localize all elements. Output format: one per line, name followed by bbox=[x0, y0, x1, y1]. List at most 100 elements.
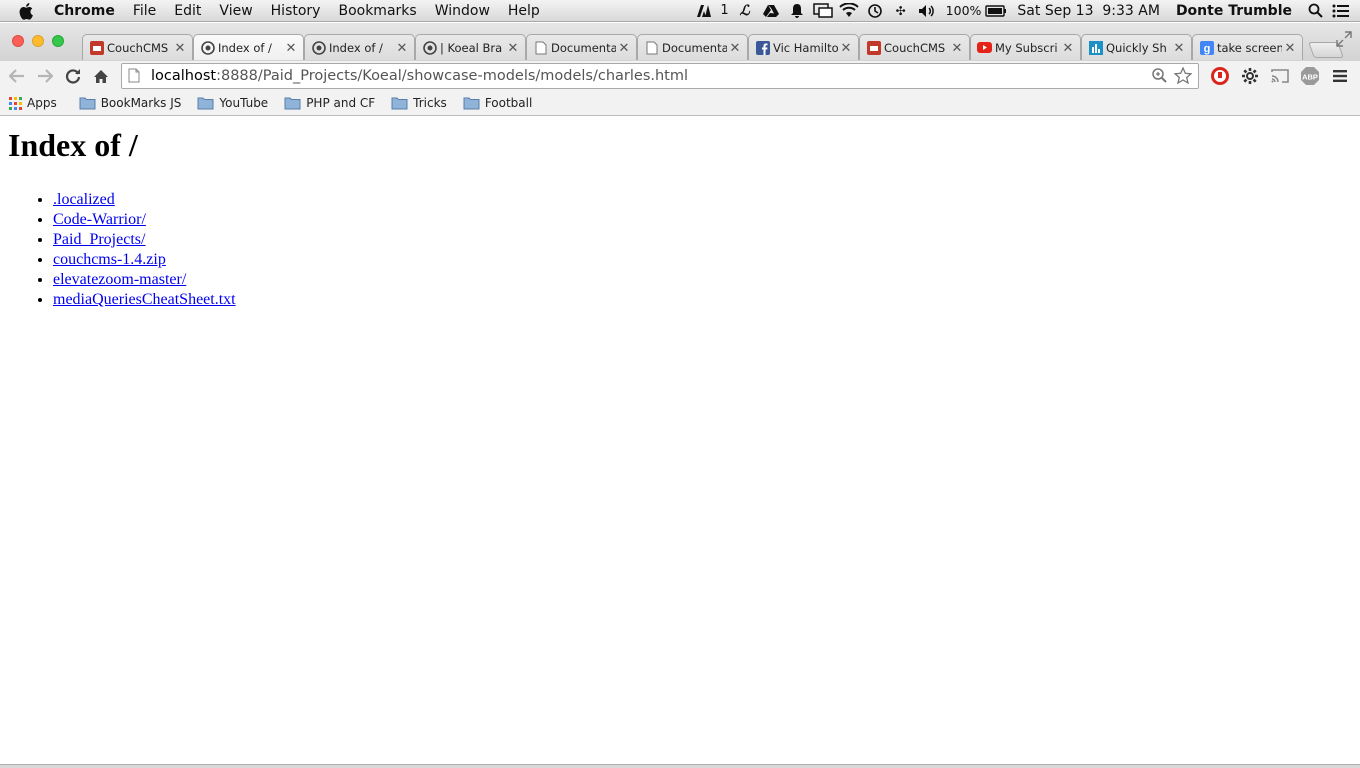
forward-arrow-icon[interactable] bbox=[31, 63, 59, 89]
couchcms-icon bbox=[89, 40, 104, 55]
screen-mirroring-icon[interactable] bbox=[810, 0, 836, 22]
tab-title: take screen bbox=[1217, 40, 1282, 55]
directory-link[interactable]: mediaQueriesCheatSheet.txt bbox=[53, 291, 236, 308]
browser-tab[interactable]: Documenta ✕ bbox=[637, 34, 748, 60]
tab-title: Quickly Sh bbox=[1106, 40, 1167, 55]
bookmark-apps[interactable]: Apps bbox=[0, 92, 65, 114]
page-icon bbox=[128, 68, 142, 84]
gear-icon[interactable] bbox=[1235, 63, 1265, 89]
svg-text:ABP: ABP bbox=[1302, 73, 1318, 82]
menu-window[interactable]: Window bbox=[426, 0, 499, 22]
window-close-button[interactable] bbox=[12, 35, 24, 47]
browser-tab[interactable]: My Subscri ✕ bbox=[970, 34, 1081, 60]
tab-close-icon[interactable]: ✕ bbox=[616, 40, 632, 56]
url-text[interactable]: localhost:8888/Paid_Projects/Koeal/showc… bbox=[151, 68, 688, 84]
google-drive-icon[interactable] bbox=[758, 0, 784, 22]
directory-link[interactable]: elevatezoom-master/ bbox=[53, 271, 186, 288]
folder-icon bbox=[284, 96, 301, 110]
cast-icon[interactable] bbox=[1265, 63, 1295, 89]
window-minimize-button[interactable] bbox=[32, 35, 44, 47]
apps-grid-icon bbox=[9, 96, 22, 110]
fullscreen-icon[interactable] bbox=[1336, 31, 1352, 47]
menu-bookmarks[interactable]: Bookmarks bbox=[329, 0, 425, 22]
tab-close-icon[interactable]: ✕ bbox=[1171, 40, 1187, 56]
home-icon[interactable] bbox=[87, 63, 115, 89]
directory-link[interactable]: couchcms-1.4.zip bbox=[53, 251, 166, 268]
svg-text:g: g bbox=[1203, 43, 1210, 55]
tab-close-icon[interactable]: ✕ bbox=[1282, 40, 1298, 56]
tab-close-icon[interactable]: ✕ bbox=[394, 40, 410, 56]
bookmark-star-icon[interactable] bbox=[1173, 66, 1193, 89]
browser-tab[interactable]: CouchCMS ✕ bbox=[859, 34, 970, 60]
url-host: localhost bbox=[151, 68, 217, 84]
page-icon bbox=[533, 40, 548, 55]
address-bar[interactable]: localhost:8888/Paid_Projects/Koeal/showc… bbox=[121, 63, 1199, 89]
adblock-stop-icon[interactable] bbox=[1205, 63, 1235, 89]
tab-title: CouchCMS bbox=[107, 40, 169, 55]
folder-icon bbox=[197, 96, 214, 110]
tab-close-icon[interactable]: ✕ bbox=[838, 40, 854, 56]
tab-close-icon[interactable]: ✕ bbox=[172, 40, 188, 56]
bluetooth-icon[interactable]: ✣ bbox=[888, 0, 914, 22]
user-account-name[interactable]: Donte Trumble bbox=[1168, 0, 1302, 22]
browser-tab[interactable]: Index of / ✕ bbox=[304, 34, 415, 60]
menu-help[interactable]: Help bbox=[499, 0, 549, 22]
adblock-plus-icon[interactable]: ABP bbox=[1295, 63, 1325, 89]
app-menu-chrome[interactable]: Chrome bbox=[54, 0, 124, 22]
bookmark-folder-bookmarks-js[interactable]: BookMarks JS bbox=[71, 92, 190, 114]
bookmark-folder-php-and-cf[interactable]: PHP and CF bbox=[276, 92, 383, 114]
browser-tab[interactable]: Documenta ✕ bbox=[526, 34, 637, 60]
spotlight-search-icon[interactable] bbox=[1302, 0, 1328, 22]
tab-title: | Koeal Bra bbox=[440, 40, 503, 55]
bookmark-label: Football bbox=[484, 96, 533, 110]
bookmark-folder-youtube[interactable]: YouTube bbox=[189, 92, 276, 114]
tab-title: Documenta bbox=[551, 40, 616, 55]
chart-icon bbox=[1088, 40, 1103, 55]
browser-tab[interactable]: Vic Hamilto ✕ bbox=[748, 34, 859, 60]
window-zoom-button[interactable] bbox=[52, 35, 64, 47]
reload-icon[interactable] bbox=[59, 63, 87, 89]
browser-tab-active[interactable]: Index of / ✕ bbox=[193, 34, 304, 60]
menu-file[interactable]: File bbox=[124, 0, 165, 22]
adobe-icon[interactable] bbox=[691, 0, 717, 22]
bookmark-folder-football[interactable]: Football bbox=[455, 92, 541, 114]
bookmark-folder-tricks[interactable]: Tricks bbox=[383, 92, 455, 114]
tab-close-icon[interactable]: ✕ bbox=[283, 40, 299, 56]
tab-close-icon[interactable]: ✕ bbox=[949, 40, 965, 56]
directory-link[interactable]: .localized bbox=[53, 191, 115, 208]
menu-edit[interactable]: Edit bbox=[165, 0, 210, 22]
youtube-icon bbox=[977, 40, 992, 55]
tab-close-icon[interactable]: ✕ bbox=[1060, 40, 1076, 56]
adobe-update-count: 1 bbox=[720, 3, 729, 18]
browser-tab[interactable]: CouchCMS ✕ bbox=[82, 34, 193, 60]
notification-bell-icon[interactable] bbox=[784, 0, 810, 22]
menu-history[interactable]: History bbox=[262, 0, 330, 22]
clock[interactable]: Sat Sep 13 9:33 AM bbox=[1009, 0, 1168, 22]
tab-title: Index of / bbox=[329, 40, 383, 55]
battery-icon[interactable] bbox=[983, 0, 1009, 22]
list-item: Paid_Projects/ bbox=[53, 230, 236, 250]
back-arrow-icon[interactable] bbox=[3, 63, 31, 89]
tab-close-icon[interactable]: ✕ bbox=[727, 40, 743, 56]
browser-tabs: CouchCMS ✕ Index of / ✕ Index of / ✕ | K… bbox=[82, 34, 1344, 61]
bookmark-label: YouTube bbox=[219, 96, 269, 110]
volume-icon[interactable] bbox=[914, 0, 940, 22]
browser-tab[interactable]: g take screen ✕ bbox=[1192, 34, 1303, 60]
zoom-magnifier-icon[interactable] bbox=[1151, 67, 1168, 89]
wifi-icon[interactable] bbox=[836, 0, 862, 22]
notification-center-icon[interactable] bbox=[1328, 0, 1354, 22]
chrome-menu-icon[interactable] bbox=[1325, 63, 1355, 89]
tab-title: My Subscri bbox=[995, 40, 1058, 55]
apple-logo-icon[interactable] bbox=[19, 2, 37, 20]
browser-tab[interactable]: | Koeal Bra ✕ bbox=[415, 34, 526, 60]
tab-close-icon[interactable]: ✕ bbox=[505, 40, 521, 56]
time-machine-icon[interactable] bbox=[862, 0, 888, 22]
lastpass-icon[interactable]: ℒ bbox=[732, 0, 758, 22]
browser-tab[interactable]: Quickly Sh ✕ bbox=[1081, 34, 1192, 60]
directory-link[interactable]: Code-Warrior/ bbox=[53, 211, 146, 228]
github-icon bbox=[311, 40, 326, 55]
directory-link[interactable]: Paid_Projects/ bbox=[53, 231, 145, 248]
bookmarks-bar: Apps BookMarks JS YouTube PHP and CF Tri… bbox=[0, 91, 1360, 116]
menu-view[interactable]: View bbox=[210, 0, 261, 22]
list-item: couchcms-1.4.zip bbox=[53, 250, 236, 270]
